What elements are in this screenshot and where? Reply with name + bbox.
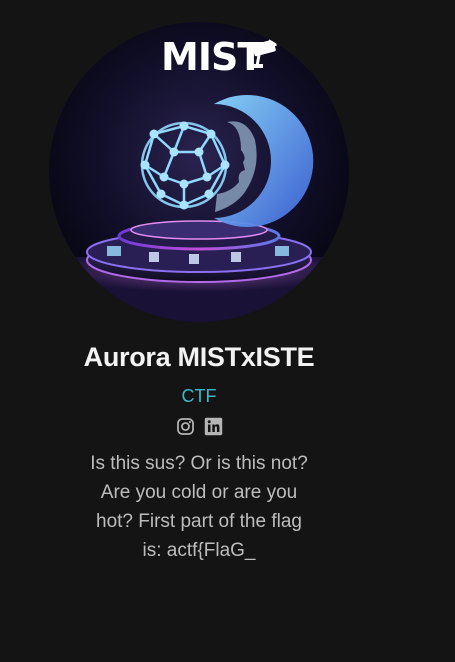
profile-bio: Is this sus? Or is this not? Are you col… — [90, 453, 308, 561]
linkedin-link[interactable] — [204, 417, 223, 436]
logo-text: MIST — [161, 35, 263, 79]
mist-logo: MIST — [161, 35, 277, 79]
instagram-link[interactable] — [176, 417, 195, 436]
social-links — [176, 417, 223, 436]
profile-name: Aurora MISTxISTE — [83, 342, 315, 372]
profile-card: MIST Aurora MISTxISTE CTF Is this sus? O… — [0, 0, 455, 662]
instagram-icon — [177, 418, 194, 435]
linkedin-icon — [204, 417, 223, 436]
profile-role: CTF — [181, 386, 217, 406]
avatar-image: MIST — [49, 22, 349, 322]
profile-avatar: MIST — [49, 22, 349, 322]
